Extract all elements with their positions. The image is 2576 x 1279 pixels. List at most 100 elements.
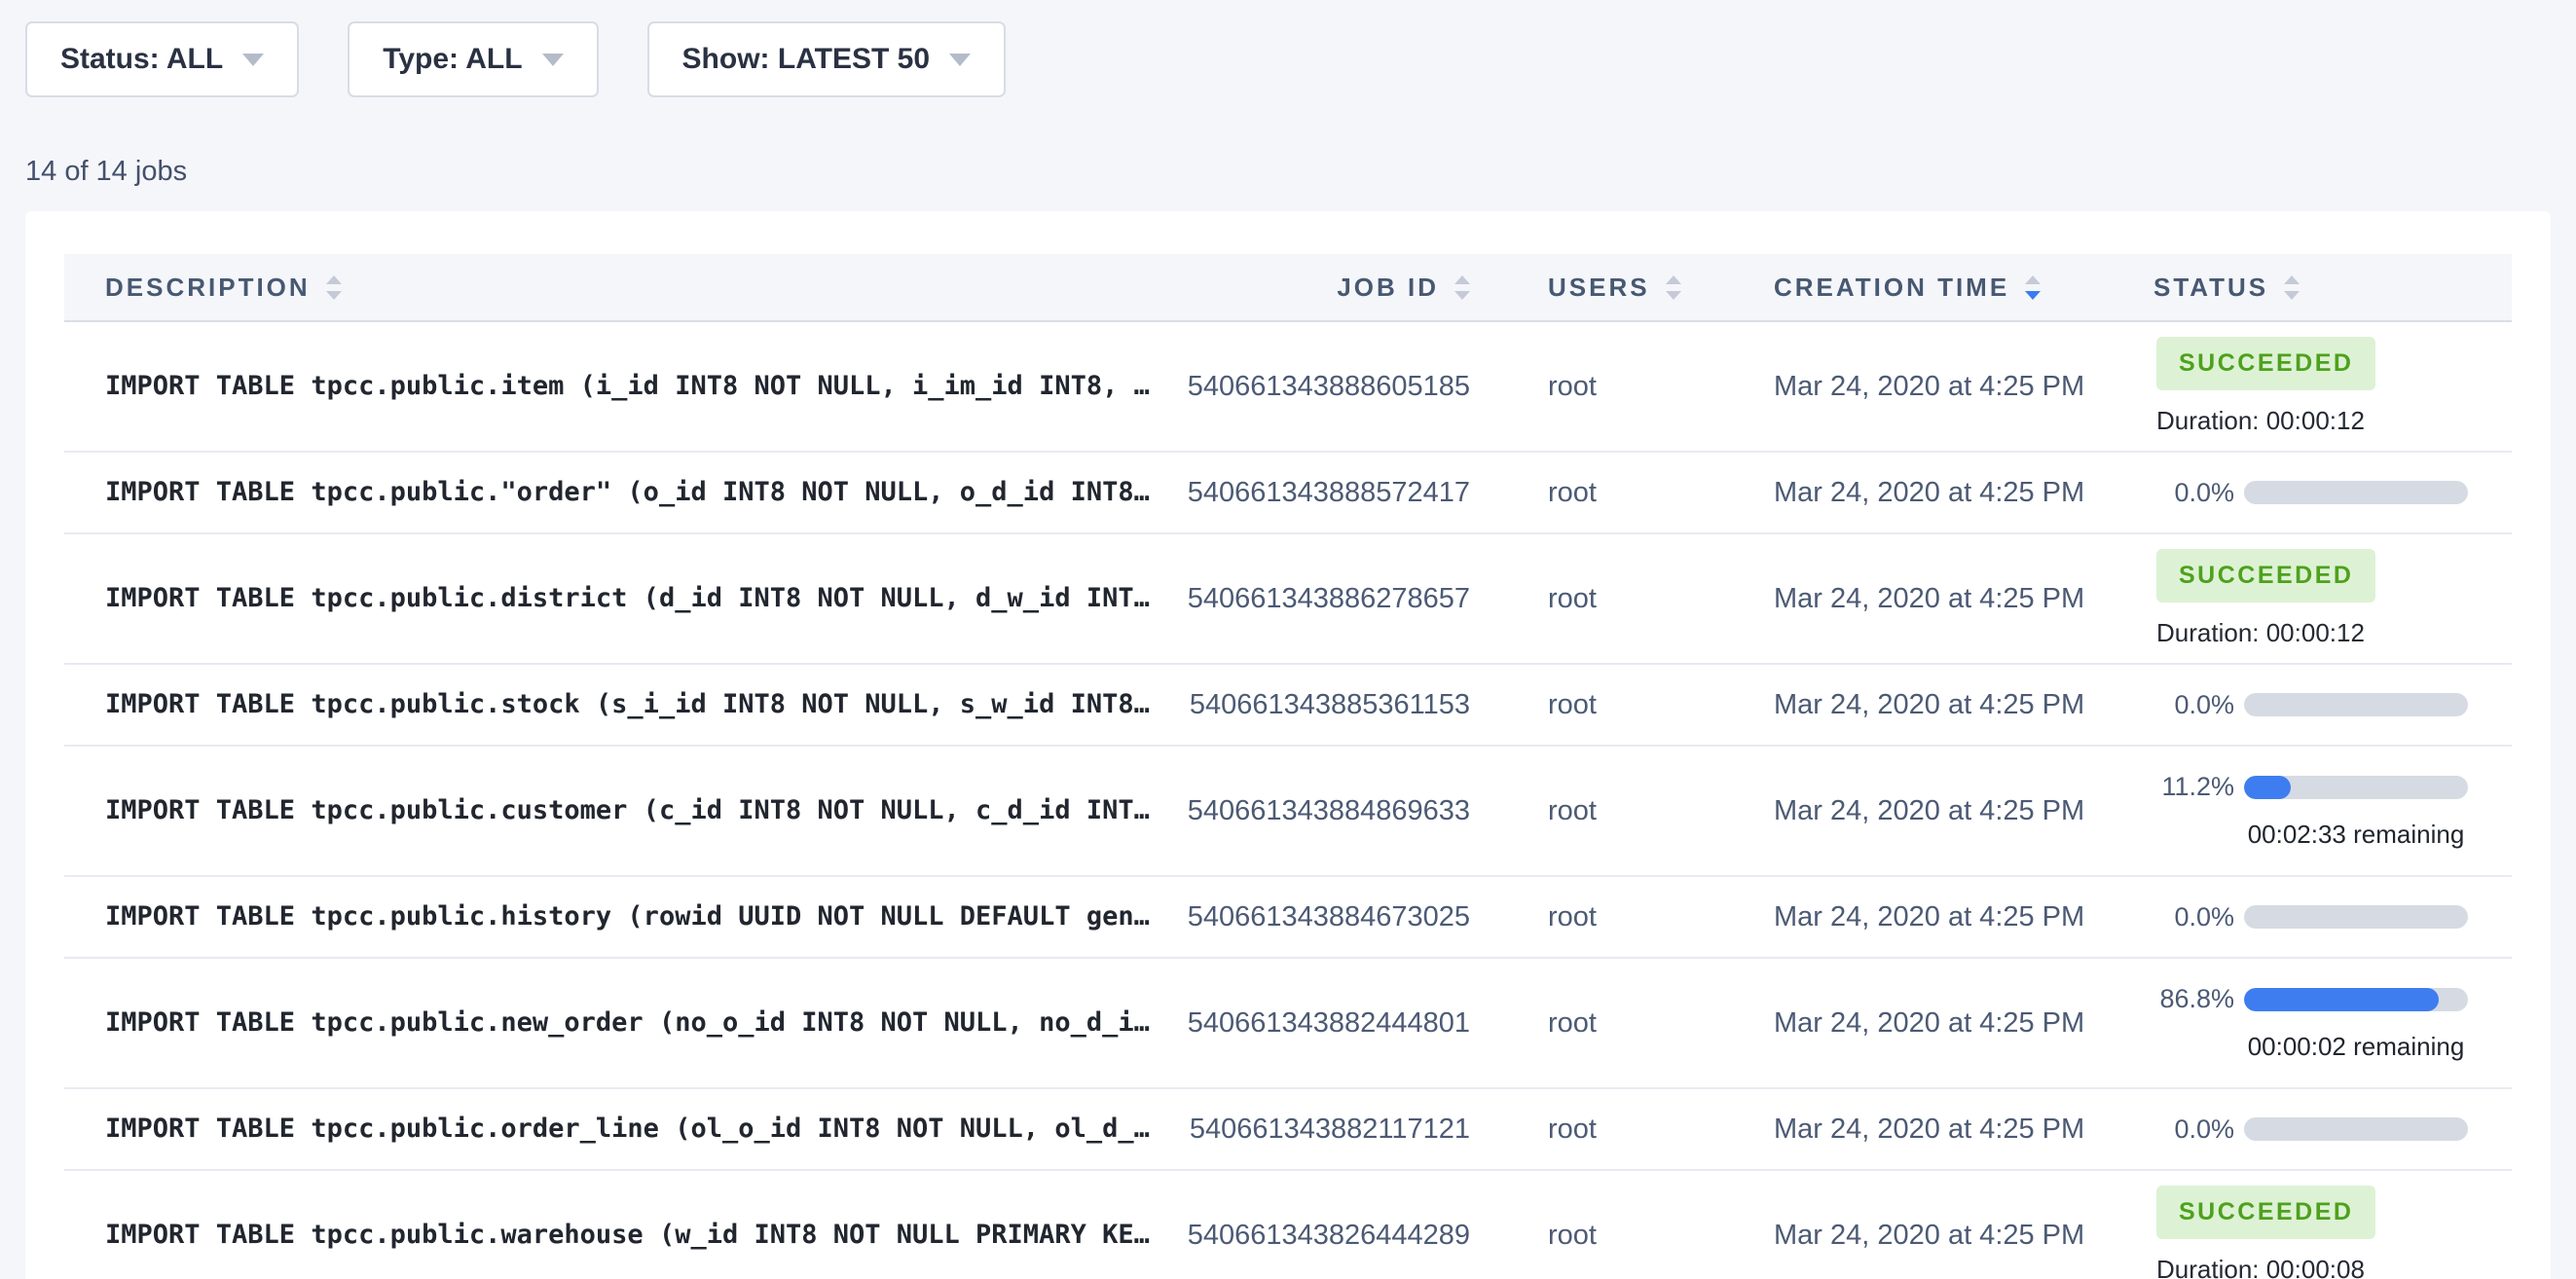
column-header-status[interactable]: STATUS [2127,273,2512,303]
job-duration: Duration: 00:00:12 [2156,406,2375,436]
progress-bar-fill [2244,776,2291,799]
table-row[interactable]: IMPORT TABLE tpcc.public.stock (s_i_id I… [64,665,2512,747]
column-header-label: DESCRIPTION [105,273,311,303]
progress-bar [2244,905,2468,929]
job-status-cell: 86.8%00:00:02 remaining [2127,984,2512,1062]
progress-line: 86.8% [2127,984,2468,1014]
progress-percent: 0.0% [2127,1115,2234,1145]
job-status-cell: SUCCEEDEDDuration: 00:00:12 [2127,549,2512,648]
job-creation-time: Mar 24, 2020 at 4:25 PM [1757,477,2127,509]
status-filter-label: Status: ALL [60,43,223,76]
job-status-cell: SUCCEEDEDDuration: 00:00:12 [2127,337,2512,436]
status-box: 11.2% 00:02:33 remaining [2127,772,2468,850]
job-description[interactable]: IMPORT TABLE tpcc.public.history (rowid … [64,876,1178,958]
table-row[interactable]: IMPORT TABLE tpcc.public.new_order (no_o… [64,959,2512,1089]
column-header-label: STATUS [2153,273,2268,303]
status-box: 0.0% [2127,478,2468,508]
progress-bar [2244,1117,2468,1141]
job-user: root [1470,1007,1757,1040]
jobs-table-card: DESCRIPTION JOB ID USERS CREATION TIME S… [25,211,2551,1279]
chevron-down-icon [949,54,971,66]
job-id: 540661343826444289 [1178,1220,1470,1252]
status-box: SUCCEEDED Duration: 00:00:08 [2127,1186,2375,1279]
job-creation-time: Mar 24, 2020 at 4:25 PM [1757,795,2127,827]
table-row[interactable]: IMPORT TABLE tpcc.public.district (d_id … [64,534,2512,665]
column-header-label: JOB ID [1337,273,1439,303]
show-filter-label: Show: LATEST 50 [682,43,930,76]
column-header-label: CREATION TIME [1774,273,2009,303]
job-user: root [1470,901,1757,933]
job-description[interactable]: IMPORT TABLE tpcc.public.stock (s_i_id I… [64,664,1178,746]
job-duration: Duration: 00:00:12 [2156,618,2375,648]
job-creation-time: Mar 24, 2020 at 4:25 PM [1757,371,2127,403]
type-filter-label: Type: ALL [383,43,522,76]
progress-line: 11.2% [2127,772,2468,802]
jobs-table: DESCRIPTION JOB ID USERS CREATION TIME S… [64,254,2512,1279]
table-row[interactable]: IMPORT TABLE tpcc.public.warehouse (w_id… [64,1171,2512,1279]
job-user: root [1470,795,1757,827]
progress-bar-fill [2244,988,2439,1011]
filter-bar: Status: ALL Type: ALL Show: LATEST 50 [0,0,2576,97]
job-description[interactable]: IMPORT TABLE tpcc.public.customer (c_id … [64,746,1178,876]
type-filter-dropdown[interactable]: Type: ALL [348,21,598,97]
job-description[interactable]: IMPORT TABLE tpcc.public.order_line (ol_… [64,1088,1178,1170]
job-status-cell: 0.0% [2127,690,2512,720]
sort-arrows-icon [2025,275,2041,300]
table-row[interactable]: IMPORT TABLE tpcc.public.order_line (ol_… [64,1089,2512,1171]
column-header-users[interactable]: USERS [1470,273,1757,303]
job-status-cell: 0.0% [2127,478,2512,508]
job-creation-time: Mar 24, 2020 at 4:25 PM [1757,1007,2127,1040]
table-row[interactable]: IMPORT TABLE tpcc.public.customer (c_id … [64,747,2512,877]
job-description[interactable]: IMPORT TABLE tpcc.public.item (i_id INT8… [64,321,1178,452]
progress-line: 0.0% [2127,478,2468,508]
job-description[interactable]: IMPORT TABLE tpcc.public.district (d_id … [64,533,1178,664]
job-user: root [1470,371,1757,403]
job-description[interactable]: IMPORT TABLE tpcc.public."order" (o_id I… [64,452,1178,533]
job-time-remaining: 00:02:33 remaining [2244,820,2468,850]
job-id: 540661343882444801 [1178,1007,1470,1040]
progress-percent: 0.0% [2127,478,2234,508]
progress-line: 0.0% [2127,902,2468,932]
job-id: 540661343888572417 [1178,477,1470,509]
table-row[interactable]: IMPORT TABLE tpcc.public."order" (o_id I… [64,453,2512,534]
job-description[interactable]: IMPORT TABLE tpcc.public.new_order (no_o… [64,958,1178,1088]
status-box: SUCCEEDEDDuration: 00:00:12 [2127,337,2375,436]
job-status-cell: 0.0% [2127,902,2512,932]
job-user: root [1470,477,1757,509]
column-header-description[interactable]: DESCRIPTION [64,273,1178,303]
status-box: 0.0% [2127,1115,2468,1145]
column-header-creation-time[interactable]: CREATION TIME [1757,273,2127,303]
job-id: 540661343888605185 [1178,371,1470,403]
job-creation-time: Mar 24, 2020 at 4:25 PM [1757,901,2127,933]
sort-arrows-icon [326,275,342,300]
status-box: 0.0% [2127,690,2468,720]
job-status-cell: SUCCEEDED Duration: 00:00:08 [2127,1186,2512,1279]
table-row[interactable]: IMPORT TABLE tpcc.public.history (rowid … [64,877,2512,959]
job-duration: Duration: 00:00:08 [2156,1255,2375,1279]
job-id: 540661343884869633 [1178,795,1470,827]
progress-percent: 0.0% [2127,690,2234,720]
job-user: root [1470,1114,1757,1146]
chevron-down-icon [242,54,264,66]
job-id: 540661343884673025 [1178,901,1470,933]
sort-arrows-icon [2284,275,2300,300]
progress-bar [2244,693,2468,716]
job-status-cell: 11.2% 00:02:33 remaining [2127,772,2512,850]
job-creation-time: Mar 24, 2020 at 4:25 PM [1757,1220,2127,1252]
sort-arrows-icon [1454,275,1470,300]
show-filter-dropdown[interactable]: Show: LATEST 50 [647,21,1006,97]
column-header-job-id[interactable]: JOB ID [1178,273,1470,303]
job-id: 540661343882117121 [1178,1114,1470,1146]
job-user: root [1470,583,1757,615]
job-description[interactable]: IMPORT TABLE tpcc.public.warehouse (w_id… [64,1170,1178,1279]
table-header-row: DESCRIPTION JOB ID USERS CREATION TIME S… [64,254,2512,322]
status-filter-dropdown[interactable]: Status: ALL [25,21,299,97]
job-creation-time: Mar 24, 2020 at 4:25 PM [1757,1114,2127,1146]
job-user: root [1470,689,1757,721]
progress-percent: 11.2% [2127,772,2234,802]
sort-arrows-icon [1666,275,1681,300]
status-badge: SUCCEEDED [2156,1186,2375,1239]
status-box: SUCCEEDEDDuration: 00:00:12 [2127,549,2375,648]
table-row[interactable]: IMPORT TABLE tpcc.public.item (i_id INT8… [64,322,2512,453]
job-creation-time: Mar 24, 2020 at 4:25 PM [1757,583,2127,615]
